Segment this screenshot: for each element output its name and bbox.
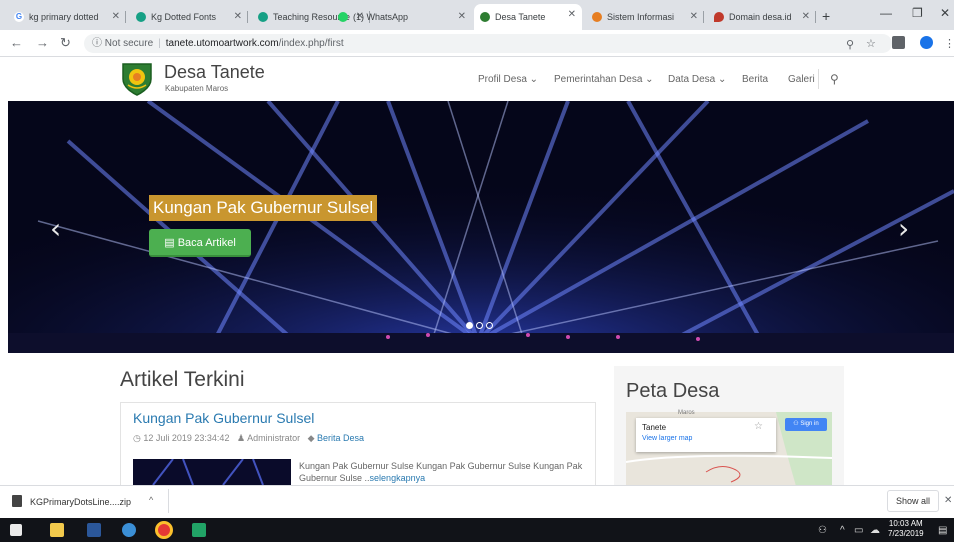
clock-icon: ◷ xyxy=(133,433,141,443)
nav-divider xyxy=(818,69,819,89)
file-icon xyxy=(12,495,22,507)
tag-icon: ◆ xyxy=(307,433,315,443)
star-icon[interactable]: ☆ xyxy=(754,421,763,432)
close-icon[interactable]: ✕ xyxy=(568,9,576,20)
chevron-up-icon[interactable]: ^ xyxy=(840,525,845,536)
slider-dots xyxy=(466,322,493,329)
close-icon[interactable]: ✕ xyxy=(458,11,466,22)
shield-icon xyxy=(480,12,490,22)
view-larger-map-link[interactable]: View larger map xyxy=(642,435,692,442)
pin-icon xyxy=(714,12,724,22)
nav-berita[interactable]: Berita xyxy=(742,74,768,85)
hero-title: Kungan Pak Gubernur Sulsel xyxy=(149,195,378,221)
read-more-link[interactable]: selengkapnya xyxy=(370,473,426,483)
site-subtitle: Kabupaten Maros xyxy=(165,84,229,93)
close-icon[interactable]: ✕ xyxy=(112,11,120,22)
download-divider xyxy=(168,489,169,513)
slider-dot[interactable] xyxy=(486,322,493,329)
edge-icon[interactable] xyxy=(122,523,136,537)
slider-dot[interactable] xyxy=(476,322,483,329)
map-place-label: Maros xyxy=(678,410,695,416)
cloud-icon[interactable]: ☁ xyxy=(870,525,880,536)
slider-dot[interactable] xyxy=(466,322,473,329)
info-icon[interactable]: ⓘ xyxy=(92,38,102,49)
nav-data-desa[interactable]: Data Desa ⌄ xyxy=(668,74,726,85)
whatsapp-icon xyxy=(338,12,348,22)
security-label: Not secure xyxy=(104,38,154,49)
new-tab-button[interactable]: + xyxy=(822,8,830,24)
browser-tab-active[interactable]: Desa Tanete ✕ xyxy=(474,4,582,30)
nav-pemerintahan-desa[interactable]: Pemerintahan Desa ⌄ xyxy=(554,74,654,85)
nav-profil-desa[interactable]: Profil Desa ⌄ xyxy=(478,74,538,85)
url-path: /index.php/first xyxy=(278,38,344,49)
browser-tab[interactable]: Domain desa.id ✕ xyxy=(708,6,816,28)
menu-dots-icon[interactable]: ⋮ xyxy=(944,37,954,50)
zoom-icon[interactable]: ⚲ xyxy=(846,38,854,51)
forward-button[interactable]: → xyxy=(36,35,49,50)
chrome-icon[interactable] xyxy=(155,521,173,539)
file-explorer-icon[interactable] xyxy=(50,523,64,537)
google-icon: G xyxy=(14,12,24,22)
windows-start-icon[interactable] xyxy=(10,524,22,536)
slider-next-arrow[interactable]: › xyxy=(898,212,909,245)
show-all-button[interactable]: Show all xyxy=(887,490,939,512)
close-icon[interactable]: ✕ xyxy=(690,11,698,22)
map-signin-button[interactable]: ⚇ Sign in xyxy=(785,418,827,431)
map-place-name: Tanete xyxy=(642,423,667,432)
chevron-up-icon[interactable]: ^ xyxy=(149,495,153,505)
section-title: Artikel Terkini xyxy=(120,368,245,391)
article-meta: ◷ 12 Juli 2019 23:34:42 ♟ Administrator … xyxy=(133,433,365,443)
system-clock[interactable]: 10:03 AM 7/23/2019 xyxy=(888,519,924,539)
taskbar xyxy=(0,518,954,542)
read-article-button[interactable]: ▤ Baca Artikel xyxy=(149,229,251,257)
battery-icon[interactable]: ▭ xyxy=(854,525,863,536)
window-close-button[interactable]: ✕ xyxy=(940,6,950,20)
slider-prev-arrow[interactable]: ‹ xyxy=(50,212,61,245)
nav-galeri[interactable]: Galeri xyxy=(788,74,815,85)
site-icon xyxy=(258,12,268,22)
close-icon[interactable]: ✕ xyxy=(802,11,810,22)
download-file-name[interactable]: KGPrimaryDotsLine....zip xyxy=(30,497,131,507)
village-emblem-icon xyxy=(122,63,152,96)
article-category-link[interactable]: Berita Desa xyxy=(317,433,364,443)
excel-icon[interactable] xyxy=(192,523,206,537)
browser-tab[interactable]: Kg Dotted Fonts ✕ xyxy=(130,6,248,28)
extension-icon[interactable] xyxy=(892,36,905,49)
close-icon[interactable]: ✕ xyxy=(234,11,242,22)
reload-button[interactable]: ↻ xyxy=(60,35,71,51)
article-title-link[interactable]: Kungan Pak Gubernur Sulsel xyxy=(133,410,314,426)
url-input[interactable]: ⓘ Not secure | tanete.utomoartwork.com/ind… xyxy=(84,34,892,53)
user-icon: ⚇ xyxy=(793,421,799,427)
search-icon[interactable]: ⚲ xyxy=(830,72,839,86)
bookmark-star-icon[interactable]: ☆ xyxy=(866,37,876,50)
word-icon[interactable] xyxy=(87,523,101,537)
newspaper-icon: ▤ xyxy=(164,237,175,249)
browser-tab[interactable]: G kg primary dotted ✕ xyxy=(8,6,126,28)
people-icon[interactable]: ⚇ xyxy=(818,525,827,536)
profile-avatar[interactable] xyxy=(920,36,933,49)
article-thumbnail[interactable] xyxy=(133,459,291,485)
minimize-button[interactable]: — xyxy=(880,6,892,20)
concert-lights-image xyxy=(8,101,954,353)
article-excerpt: Kungan Pak Gubernur Sulse Kungan Pak Gub… xyxy=(299,461,583,483)
close-icon[interactable]: ✕ xyxy=(944,495,952,506)
maximize-button[interactable]: ❐ xyxy=(912,6,923,20)
pinwheel-icon xyxy=(592,12,602,22)
browser-tab[interactable]: Sistem Informasi ✕ xyxy=(586,6,704,28)
browser-tab[interactable]: (1) WhatsApp ✕ xyxy=(332,6,472,28)
hero-slider xyxy=(8,101,954,353)
site-icon xyxy=(136,12,146,22)
downloads-bar xyxy=(0,485,954,518)
sidebar-title: Peta Desa xyxy=(626,380,720,402)
user-icon: ♟ xyxy=(236,433,246,443)
url-host: tanete.utomoartwork.com xyxy=(165,38,279,49)
site-title[interactable]: Desa Tanete xyxy=(164,62,265,83)
back-button[interactable]: ← xyxy=(10,35,23,50)
notification-icon[interactable]: ▤ xyxy=(938,525,947,536)
